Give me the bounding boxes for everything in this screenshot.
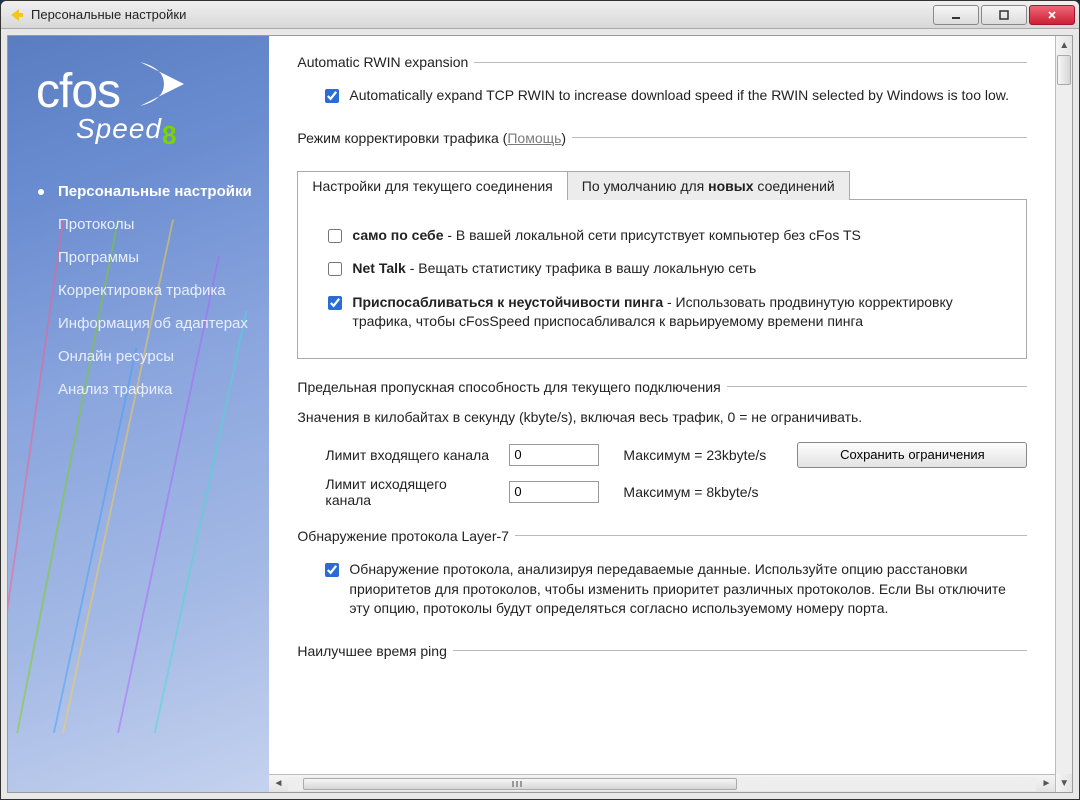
maximize-button[interactable] [981, 5, 1027, 25]
app-icon [9, 7, 25, 23]
group-bandwidth-limits: Предельная пропускная способность для те… [297, 379, 1027, 508]
limits-grid: Лимит входящего канала Максимум = 23kbyt… [325, 442, 1027, 508]
group-traffic-mode: Режим корректировки трафика (Помощь) Нас… [297, 130, 1027, 359]
group-layer7: Обнаружение протокола Layer-7 Обнаружени… [297, 528, 1027, 623]
rwin-checkbox[interactable] [325, 89, 339, 103]
opt-self-checkbox[interactable] [328, 229, 342, 243]
limit-out-input[interactable] [509, 481, 599, 503]
hscroll-left-arrow[interactable]: ◄ [269, 776, 287, 792]
save-limits-button[interactable]: Сохранить ограничения [797, 442, 1027, 468]
opt-ping-variance-checkbox[interactable] [328, 296, 342, 310]
sidebar-item-traffic-shaping[interactable]: Корректировка трафика [8, 274, 269, 307]
group-bandwidth-limits-legend: Предельная пропускная способность для те… [297, 379, 726, 395]
opt-ping-variance-label: Приспосабливаться к неустойчивости пинга… [352, 293, 1006, 332]
logo: cfos Speed8 [8, 48, 269, 151]
hscroll-right-arrow[interactable]: ► [1037, 776, 1055, 792]
rwin-label: Automatically expand TCP RWIN to increas… [349, 86, 1027, 106]
logo-arrow-icon [136, 58, 194, 113]
close-button[interactable] [1029, 5, 1075, 25]
group-best-ping-legend: Наилучшее время ping [297, 643, 452, 659]
logo-sub: Speed [76, 113, 162, 144]
layer7-label: Обнаружение протокола, анализируя переда… [349, 560, 1027, 619]
opt-nettalk-label: Net Talk - Вещать статистику трафика в в… [352, 259, 1006, 279]
sidebar-item-online-resources[interactable]: Онлайн ресурсы [8, 340, 269, 373]
content-wrap: Automatic RWIN expansion Automatically e… [269, 36, 1055, 792]
limits-note: Значения в килобайтах в секунду (kbyte/s… [297, 407, 1027, 428]
limit-out-max: Максимум = 8kbyte/s [623, 484, 783, 500]
content-pane[interactable]: Automatic RWIN expansion Automatically e… [269, 36, 1055, 774]
sidebar: cfos Speed8 Персональные настройки Прото… [8, 36, 269, 792]
group-best-ping: Наилучшее время ping [297, 643, 1027, 671]
tab-new-connections[interactable]: По умолчанию для новых соединений [567, 171, 850, 200]
vscroll-up-arrow[interactable]: ▲ [1056, 36, 1072, 54]
sidebar-nav: Персональные настройки Протоколы Програм… [8, 175, 269, 406]
vscroll-thumb[interactable] [1057, 55, 1071, 85]
window-controls [931, 5, 1075, 25]
traffic-mode-help-link[interactable]: Помощь [507, 130, 561, 146]
limit-out-label: Лимит исходящего канала [325, 476, 495, 508]
group-layer7-legend: Обнаружение протокола Layer-7 [297, 528, 515, 544]
hscroll-thumb[interactable] [303, 778, 737, 790]
tab-panel-current: само по себе - В вашей локальной сети пр… [297, 199, 1027, 359]
vscroll-down-arrow[interactable]: ▼ [1056, 774, 1072, 792]
limit-in-label: Лимит входящего канала [325, 447, 495, 463]
sidebar-item-adapter-info[interactable]: Информация об адаптерах [8, 307, 269, 340]
limit-in-input[interactable] [509, 444, 599, 466]
app-window: Персональные настройки cfos [0, 0, 1080, 800]
tab-current-connection[interactable]: Настройки для текущего соединения [297, 171, 567, 200]
client-area: cfos Speed8 Персональные настройки Прото… [7, 35, 1073, 793]
limit-in-max: Максимум = 23kbyte/s [623, 447, 783, 463]
vscroll-track[interactable] [1056, 54, 1072, 774]
horizontal-scrollbar[interactable]: ◄ ► [269, 774, 1055, 792]
sidebar-item-protocols[interactable]: Протоколы [8, 208, 269, 241]
titlebar[interactable]: Персональные настройки [1, 1, 1079, 29]
group-rwin: Automatic RWIN expansion Automatically e… [297, 54, 1027, 110]
sidebar-item-personal-settings[interactable]: Персональные настройки [8, 175, 269, 208]
hscroll-track[interactable] [288, 777, 1036, 791]
group-traffic-mode-legend: Режим корректировки трафика (Помощь) [297, 130, 572, 146]
group-rwin-legend: Automatic RWIN expansion [297, 54, 474, 70]
opt-nettalk-checkbox[interactable] [328, 262, 342, 276]
minimize-button[interactable] [933, 5, 979, 25]
sidebar-item-programs[interactable]: Программы [8, 241, 269, 274]
sidebar-item-traffic-analysis[interactable]: Анализ трафика [8, 373, 269, 406]
logo-version: 8 [162, 120, 176, 151]
traffic-mode-tabs: Настройки для текущего соединения По умо… [297, 170, 1027, 199]
vertical-scrollbar[interactable]: ▲ ▼ [1055, 36, 1072, 792]
opt-self-label: само по себе - В вашей локальной сети пр… [352, 226, 1006, 246]
layer7-checkbox[interactable] [325, 563, 339, 577]
logo-brand: cfos [36, 70, 120, 113]
window-title: Персональные настройки [31, 7, 931, 22]
